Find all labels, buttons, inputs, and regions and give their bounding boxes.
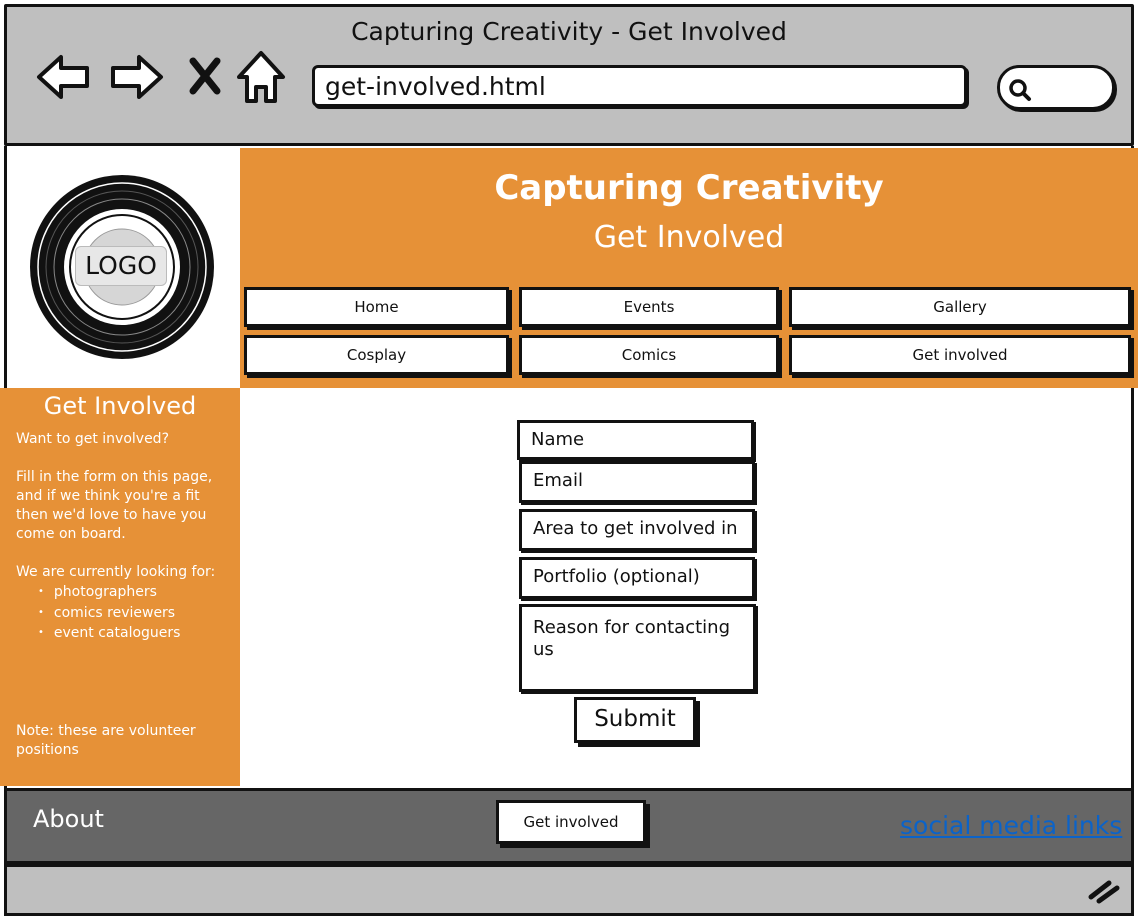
page-title: Get Involved bbox=[593, 220, 785, 255]
list-item: event cataloguers bbox=[38, 623, 240, 644]
logo[interactable]: LOGO bbox=[75, 246, 167, 286]
list-item: photographers bbox=[38, 582, 240, 603]
nav-item-gallery[interactable]: Gallery bbox=[789, 287, 1131, 327]
window-title: Capturing Creativity - Get Involved bbox=[351, 17, 787, 46]
list-item: comics reviewers bbox=[38, 603, 240, 624]
home-icon[interactable] bbox=[235, 47, 287, 107]
portfolio-field[interactable]: Portfolio (optional) bbox=[519, 557, 755, 599]
get-involved-button[interactable]: Get involved bbox=[496, 800, 646, 844]
sidebar-fill-text: Fill in the form on this page, and if we… bbox=[16, 469, 213, 542]
search-input[interactable] bbox=[997, 65, 1115, 110]
url-bar[interactable]: get-involved.html bbox=[312, 65, 967, 107]
nav-item-cosplay[interactable]: Cosplay bbox=[244, 335, 509, 375]
email-field[interactable]: Email bbox=[519, 461, 755, 503]
nav-item-home[interactable]: Home bbox=[244, 287, 509, 327]
social-media-link[interactable]: social media links bbox=[900, 811, 1122, 840]
submit-button[interactable]: Submit bbox=[574, 697, 696, 743]
logo-panel: LOGO bbox=[7, 148, 240, 388]
reason-textarea[interactable]: Reason for contacting us bbox=[519, 604, 756, 692]
about-link[interactable]: About bbox=[33, 805, 104, 833]
sidebar-heading: Get Involved bbox=[43, 392, 197, 420]
nav-item-comics[interactable]: Comics bbox=[519, 335, 779, 375]
browser-chrome: Capturing Creativity - Get Involved get-… bbox=[4, 4, 1134, 146]
nav-item-get-involved[interactable]: Get involved bbox=[789, 335, 1131, 375]
status-bar bbox=[4, 864, 1134, 916]
site-title: Capturing Creativity bbox=[494, 168, 884, 208]
sidebar-intro: Want to get involved? bbox=[16, 431, 170, 447]
forward-arrow-icon[interactable] bbox=[107, 47, 167, 107]
back-arrow-icon[interactable] bbox=[33, 47, 93, 107]
area-field[interactable]: Area to get involved in bbox=[519, 509, 755, 551]
nav-item-events[interactable]: Events bbox=[519, 287, 779, 327]
search-icon bbox=[1009, 79, 1031, 101]
sidebar: Get Involved Want to get involved? Fill … bbox=[0, 388, 240, 786]
sidebar-looking-for: We are currently looking for: bbox=[16, 564, 216, 580]
sidebar-note: Note: these are volunteer positions bbox=[16, 723, 196, 758]
roles-list: photographers comics reviewers event cat… bbox=[0, 582, 240, 644]
name-field[interactable]: Name bbox=[517, 420, 754, 460]
resize-grip-icon[interactable] bbox=[1087, 879, 1121, 905]
close-x-icon[interactable] bbox=[183, 47, 227, 107]
footer: About Get involved social media links bbox=[4, 788, 1134, 864]
